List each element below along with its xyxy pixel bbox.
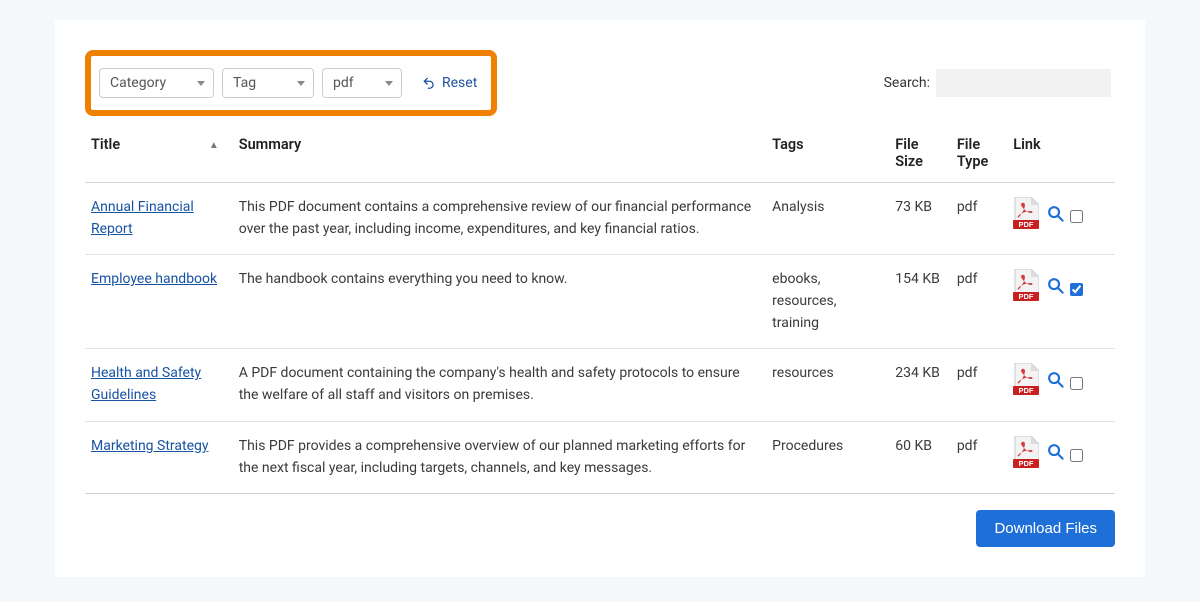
summary-cell: A PDF document containing the company's … [233,349,766,421]
table-row: Employee handbook The handbook contains … [85,255,1115,349]
search-input[interactable] [936,69,1111,97]
file-type-cell: pdf [951,183,1007,255]
column-header-title[interactable]: Title ▲ [85,126,233,183]
column-header-tags[interactable]: Tags [766,126,889,183]
file-type-cell: pdf [951,349,1007,421]
documents-table: Title ▲ Summary Tags File Size File Type… [85,126,1115,494]
link-cell: PDF [1007,255,1115,349]
tag-select[interactable]: Tag [222,68,314,98]
preview-icon[interactable] [1047,277,1064,302]
column-header-summary[interactable]: Summary [233,126,766,183]
document-title-link[interactable]: Health and Safety Guidelines [91,365,201,403]
file-type-cell: pdf [951,421,1007,493]
preview-icon[interactable] [1047,443,1064,468]
column-header-file-size[interactable]: File Size [889,126,951,183]
link-cell: PDF [1007,183,1115,255]
search-label: Search: [884,75,930,91]
row-select-checkbox[interactable] [1070,210,1083,223]
document-title-link[interactable]: Employee handbook [91,271,217,287]
preview-icon[interactable] [1047,371,1064,396]
file-type-cell: pdf [951,255,1007,349]
column-header-file-type[interactable]: File Type [951,126,1007,183]
link-cell: PDF [1007,349,1115,421]
undo-icon [422,76,436,90]
search: Search: [884,69,1111,97]
row-select-checkbox[interactable] [1070,377,1083,390]
tags-cell: resources [766,349,889,421]
document-title-link[interactable]: Marketing Strategy [91,438,208,454]
tags-cell: Procedures [766,421,889,493]
preview-icon[interactable] [1047,205,1064,230]
top-row: Category Tag pdf Reset [85,50,1115,116]
file-size-cell: 154 KB [889,255,951,349]
file-size-cell: 234 KB [889,349,951,421]
chevron-down-icon [197,81,205,86]
svg-text:PDF: PDF [1019,386,1034,395]
row-select-checkbox[interactable] [1070,283,1083,296]
filetype-select[interactable]: pdf [322,68,402,98]
file-size-cell: 73 KB [889,183,951,255]
table-row: Annual Financial Report This PDF documen… [85,183,1115,255]
reset-label: Reset [442,75,477,91]
summary-cell: This PDF provides a comprehensive overvi… [233,421,766,493]
table-row: Health and Safety Guidelines A PDF docum… [85,349,1115,421]
page: Category Tag pdf Reset [55,20,1145,577]
column-header-link[interactable]: Link [1007,126,1115,183]
table-footer: Download Files [85,510,1115,547]
svg-text:PDF: PDF [1019,220,1034,229]
filetype-select-value: pdf [333,75,354,91]
file-size-cell: 60 KB [889,421,951,493]
table-row: Marketing Strategy This PDF provides a c… [85,421,1115,493]
pdf-file-icon: PDF [1013,363,1039,403]
summary-cell: The handbook contains everything you nee… [233,255,766,349]
chevron-down-icon [297,81,305,86]
reset-button[interactable]: Reset [422,75,477,91]
pdf-file-icon: PDF [1013,436,1039,476]
category-select-label: Category [110,75,166,91]
pdf-file-icon: PDF [1013,197,1039,237]
document-title-link[interactable]: Annual Financial Report [91,199,194,237]
link-cell: PDF [1007,421,1115,493]
filter-group: Category Tag pdf Reset [99,68,477,98]
svg-text:PDF: PDF [1019,459,1034,468]
category-select[interactable]: Category [99,68,214,98]
filters-highlight: Category Tag pdf Reset [85,50,497,116]
row-select-checkbox[interactable] [1070,449,1083,462]
sort-asc-icon: ▲ [209,140,219,151]
chevron-down-icon [385,81,393,86]
download-files-button[interactable]: Download Files [976,510,1115,547]
pdf-file-icon: PDF [1013,269,1039,309]
summary-cell: This PDF document contains a comprehensi… [233,183,766,255]
tags-cell: ebooks, resources, training [766,255,889,349]
tag-select-label: Tag [233,75,256,91]
tags-cell: Analysis [766,183,889,255]
svg-text:PDF: PDF [1019,292,1034,301]
